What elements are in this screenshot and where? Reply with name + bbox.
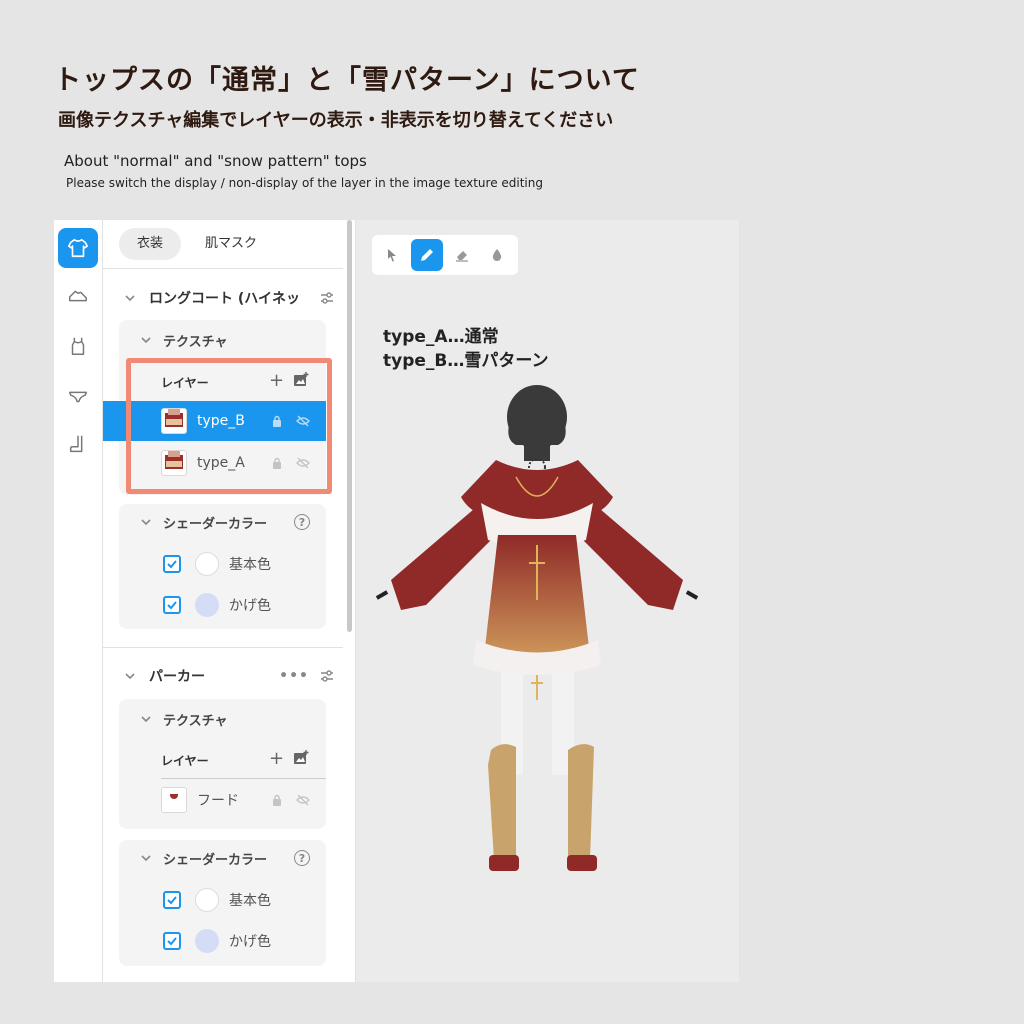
shader-label: シェーダーカラー [163, 852, 268, 868]
section-header-long-coat[interactable]: ロングコート (ハイネッ [103, 280, 343, 316]
drop-icon [492, 249, 502, 261]
shader-subheader[interactable]: シェーダーカラー ? [119, 844, 326, 872]
page-subtitle-en: Please switch the display / non-display … [66, 176, 543, 190]
checkmark-icon [167, 560, 177, 569]
eraser-icon [456, 251, 468, 262]
checkmark-icon [167, 937, 177, 946]
rail-item-tops[interactable] [58, 228, 98, 268]
avatar-preview [375, 385, 699, 871]
shoe-icon [69, 290, 87, 302]
select-tool-button[interactable] [376, 239, 408, 271]
color-swatch[interactable] [195, 888, 219, 912]
lock-icon[interactable] [270, 793, 284, 807]
chevron-down-icon [141, 855, 151, 862]
color-row-base[interactable]: 基本色 [163, 549, 271, 579]
texture-subheader[interactable]: テクスチャ [119, 705, 227, 733]
color-label: 基本色 [229, 893, 271, 909]
color-row-shadow[interactable]: かげ色 [163, 926, 271, 956]
panel-tabs: 衣装 肌マスク [119, 228, 275, 260]
pencil-icon [421, 249, 433, 261]
texture-label: テクスチャ [163, 334, 228, 350]
section-header-parka[interactable]: パーカー ••• [103, 658, 343, 694]
chevron-down-icon [125, 673, 135, 680]
add-layer-icon[interactable]: + [269, 750, 284, 768]
layer-divider [161, 778, 326, 779]
checkbox[interactable] [163, 555, 181, 573]
tank-top-icon [71, 337, 85, 355]
adjust-icon[interactable] [319, 290, 335, 306]
more-icon[interactable]: ••• [279, 668, 309, 684]
shader-color-card: シェーダーカラー ? 基本色 かげ色 [119, 840, 326, 966]
page-title-jp: トップスの「通常」と「雪パターン」について [54, 65, 640, 96]
fill-tool-button[interactable] [481, 239, 513, 271]
color-label: かげ色 [229, 934, 271, 950]
texture-label: テクスチャ [163, 713, 228, 729]
tab-skin-mask[interactable]: 肌マスク [187, 228, 275, 260]
rail-item-socks[interactable] [58, 424, 98, 464]
add-image-icon[interactable] [293, 750, 309, 766]
rail-item-bottoms[interactable] [58, 376, 98, 416]
checkbox[interactable] [163, 596, 181, 614]
shader-label: シェーダーカラー [163, 516, 268, 532]
chevron-down-icon [141, 519, 151, 526]
chevron-down-icon [125, 295, 135, 302]
color-label: 基本色 [229, 557, 271, 573]
page-title-en: About "normal" and "snow pattern" tops [64, 152, 367, 170]
underwear-icon [69, 391, 87, 403]
texture-panel: 衣装 肌マスク ロングコート (ハイネッ テクスチャ レイヤー + type_B [103, 220, 355, 982]
eraser-tool-button[interactable] [446, 239, 478, 271]
sock-icon [69, 435, 83, 453]
checkbox[interactable] [163, 932, 181, 950]
help-icon[interactable]: ? [294, 514, 310, 530]
cursor-icon [388, 249, 396, 262]
layer-label: レイヤー [161, 754, 209, 768]
shirt-icon [68, 238, 88, 258]
color-swatch[interactable] [195, 593, 219, 617]
layer-name: フード [197, 793, 239, 809]
layer-highlight-frame [126, 358, 332, 494]
checkmark-icon [167, 601, 177, 610]
chevron-down-icon [141, 716, 151, 723]
color-row-base[interactable]: 基本色 [163, 885, 271, 915]
shader-color-card: シェーダーカラー ? 基本色 かげ色 [119, 504, 326, 629]
pen-tool-button[interactable] [411, 239, 443, 271]
color-swatch[interactable] [195, 552, 219, 576]
chevron-down-icon [141, 337, 151, 344]
tabs-divider [103, 268, 343, 269]
eye-off-icon[interactable] [296, 793, 310, 807]
rail-item-innerwear[interactable] [58, 326, 98, 366]
page-subtitle-jp: 画像テクスチャ編集でレイヤーの表示・非表示を切り替えてください [58, 110, 614, 131]
note-type-b: type_B…雪パターン [383, 351, 549, 371]
color-swatch[interactable] [195, 929, 219, 953]
color-row-shadow[interactable]: かげ色 [163, 590, 271, 620]
category-rail [54, 220, 103, 982]
rail-item-shoes[interactable] [58, 276, 98, 316]
tool-bar [372, 235, 518, 275]
checkbox[interactable] [163, 891, 181, 909]
checkmark-icon [167, 896, 177, 905]
layer-thumbnail [161, 787, 187, 813]
section-divider [103, 647, 343, 648]
section-title: ロングコート (ハイネッ [149, 291, 300, 307]
tab-costume[interactable]: 衣装 [119, 228, 182, 260]
note-type-a: type_A…通常 [383, 327, 499, 347]
help-icon[interactable]: ? [294, 850, 310, 866]
layer-row-hood[interactable]: フード [119, 780, 326, 820]
texture-card: テクスチャ レイヤー + フード [119, 699, 326, 829]
color-label: かげ色 [229, 598, 271, 614]
panel-scrollbar[interactable] [347, 220, 352, 632]
adjust-icon[interactable] [319, 668, 335, 684]
section-title: パーカー [149, 669, 205, 685]
shader-subheader[interactable]: シェーダーカラー ? [119, 508, 326, 536]
texture-subheader[interactable]: テクスチャ [119, 326, 227, 354]
editor-window: 衣装 肌マスク ロングコート (ハイネッ テクスチャ レイヤー + type_B [54, 220, 739, 982]
preview-viewport[interactable]: type_A…通常 type_B…雪パターン [356, 220, 739, 982]
